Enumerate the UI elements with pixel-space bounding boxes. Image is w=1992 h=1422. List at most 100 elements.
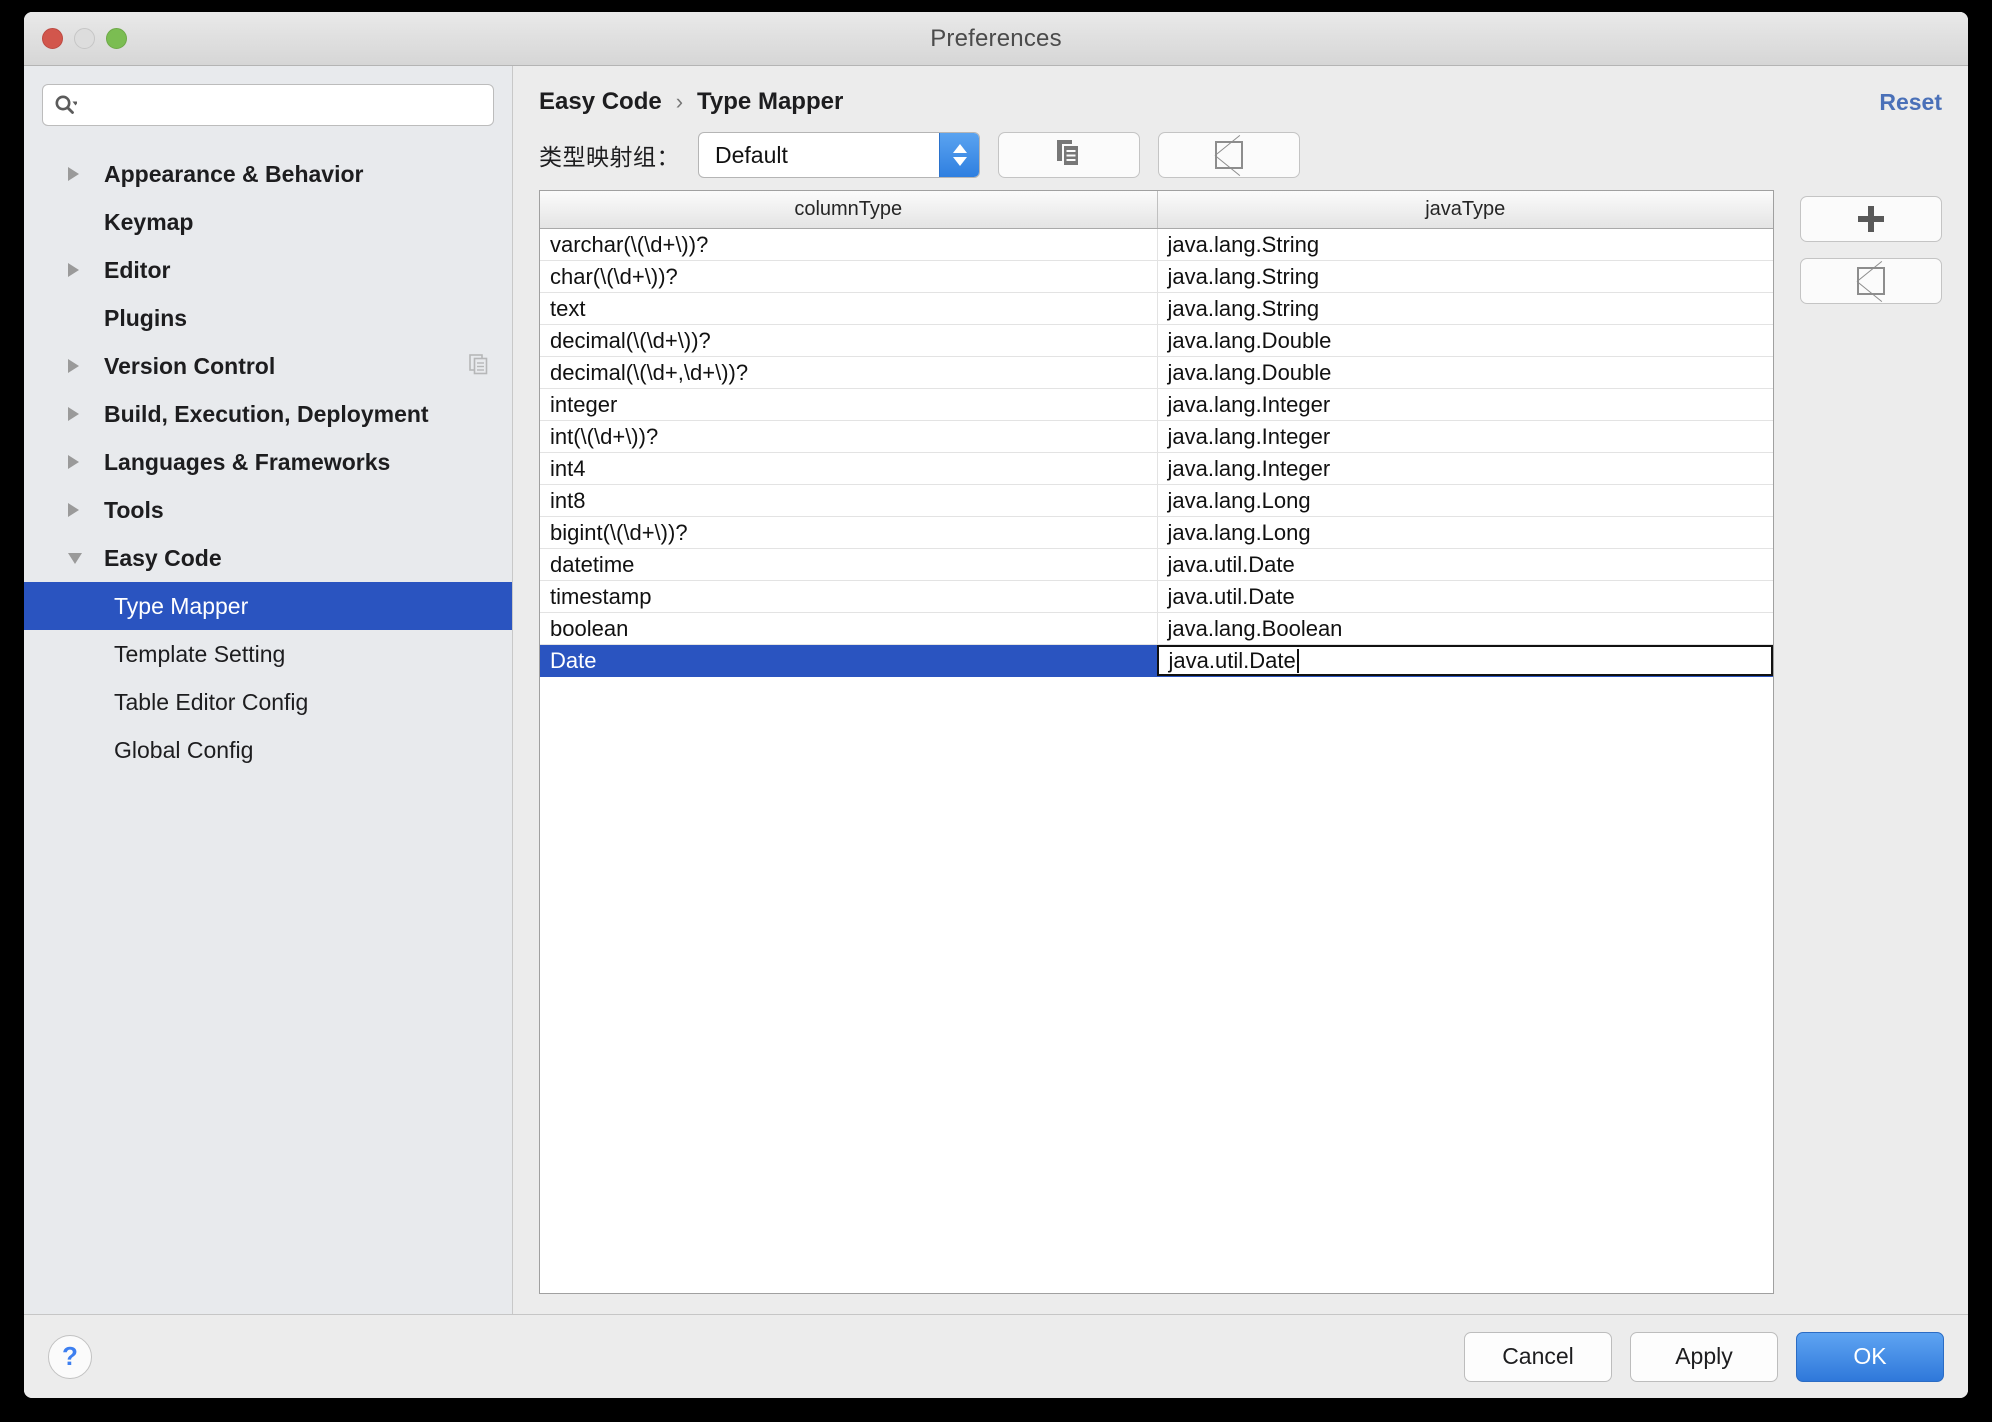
table-row[interactable]: decimal(\(\d+\))? java.lang.Double xyxy=(540,325,1773,357)
sidebar-item-editor[interactable]: Editor xyxy=(24,246,512,294)
cell-columntype[interactable]: int4 xyxy=(540,453,1157,484)
dialog-body: Appearance & Behavior Keymap Editor Plug… xyxy=(24,66,1968,1314)
cell-columntype[interactable]: int(\(\d+\))? xyxy=(540,421,1157,452)
sidebar-item-table-editor-config[interactable]: Table Editor Config xyxy=(24,678,512,726)
cell-javatype[interactable]: java.lang.Long xyxy=(1156,485,1774,516)
sidebar-item-version-control[interactable]: Version Control xyxy=(24,342,512,390)
sidebar-item-template-setting[interactable]: Template Setting xyxy=(24,630,512,678)
table-row[interactable]: integer java.lang.Integer xyxy=(540,389,1773,421)
cell-javatype[interactable]: java.lang.String xyxy=(1156,261,1774,292)
cell-javatype[interactable]: java.lang.Boolean xyxy=(1156,613,1774,644)
cell-javatype[interactable]: java.lang.Integer xyxy=(1156,421,1774,452)
remove-row-button[interactable] xyxy=(1800,258,1942,304)
table-row[interactable]: bigint(\(\d+\))? java.lang.Long xyxy=(540,517,1773,549)
table-row[interactable]: timestamp java.util.Date xyxy=(540,581,1773,613)
ok-button[interactable]: OK xyxy=(1796,1331,1944,1382)
settings-tree: Appearance & Behavior Keymap Editor Plug… xyxy=(24,150,512,1314)
apply-button[interactable]: Apply xyxy=(1630,1331,1778,1382)
chevron-right-icon[interactable] xyxy=(68,359,79,373)
cell-columntype[interactable]: char(\(\d+\))? xyxy=(540,261,1157,292)
stepper-icon[interactable] xyxy=(939,133,979,177)
cell-columntype[interactable]: int8 xyxy=(540,485,1157,516)
cell-javatype-editing[interactable]: java.util.Date xyxy=(1156,645,1773,676)
sidebar-item-easy-code[interactable]: Easy Code xyxy=(24,534,512,582)
cell-javatype[interactable]: java.util.Date xyxy=(1156,549,1774,580)
cell-edit-value: java.util.Date xyxy=(1168,647,1296,673)
cell-javatype[interactable]: java.lang.Integer xyxy=(1156,453,1774,484)
search-input[interactable] xyxy=(77,94,483,116)
cell-javatype[interactable]: java.lang.Long xyxy=(1156,517,1774,548)
sidebar-item-type-mapper[interactable]: Type Mapper xyxy=(24,582,512,630)
table-row[interactable]: boolean java.lang.Boolean xyxy=(540,613,1773,645)
cell-javatype[interactable]: java.lang.String xyxy=(1156,293,1774,324)
cell-javatype[interactable]: java.lang.String xyxy=(1156,229,1774,260)
cell-javatype[interactable]: java.lang.Integer xyxy=(1156,389,1774,420)
dialog-footer: ? Cancel Apply OK xyxy=(24,1314,1968,1398)
chevron-right-icon[interactable] xyxy=(68,407,79,421)
chevron-down-icon[interactable] xyxy=(68,552,82,564)
sidebar-item-keymap[interactable]: Keymap xyxy=(24,198,512,246)
table-row[interactable]: datetime java.util.Date xyxy=(540,549,1773,581)
table-row[interactable]: int(\(\d+\))? java.lang.Integer xyxy=(540,421,1773,453)
cell-columntype[interactable]: timestamp xyxy=(540,581,1157,612)
reset-link[interactable]: Reset xyxy=(1879,89,1942,116)
search-box[interactable] xyxy=(42,84,494,126)
table-row[interactable]: varchar(\(\d+\))? java.lang.String xyxy=(540,229,1773,261)
table-row[interactable]: text java.lang.String xyxy=(540,293,1773,325)
footer-button-group: Cancel Apply OK xyxy=(1464,1331,1944,1382)
cell-columntype[interactable]: decimal(\(\d+\))? xyxy=(540,325,1157,356)
cancel-button[interactable]: Cancel xyxy=(1464,1331,1612,1382)
sidebar-item-label: Type Mapper xyxy=(114,592,249,619)
sidebar-item-label: Editor xyxy=(104,256,171,283)
cell-columntype[interactable]: Date xyxy=(540,645,1157,676)
table-row-selected[interactable]: Date java.util.Date xyxy=(540,645,1773,677)
chevron-right-icon[interactable] xyxy=(68,167,79,181)
table-row[interactable]: char(\(\d+\))? java.lang.String xyxy=(540,261,1773,293)
sidebar-item-languages-frameworks[interactable]: Languages & Frameworks xyxy=(24,438,512,486)
column-header-javatype[interactable]: javaType xyxy=(1156,191,1774,228)
chevron-right-icon[interactable] xyxy=(68,455,79,469)
copy-icon xyxy=(1054,138,1084,173)
sidebar-item-label: Easy Code xyxy=(104,544,222,571)
column-header-columntype[interactable]: columnType xyxy=(540,191,1157,228)
help-button[interactable]: ? xyxy=(48,1334,92,1379)
cell-columntype[interactable]: integer xyxy=(540,389,1157,420)
cell-javatype[interactable]: java.lang.Double xyxy=(1156,325,1774,356)
search-container xyxy=(24,84,512,136)
add-row-button[interactable] xyxy=(1800,196,1942,242)
close-button[interactable] xyxy=(42,28,63,49)
mapper-group-label: 类型映射组： xyxy=(539,144,680,170)
copy-icon xyxy=(468,353,490,380)
copy-group-button[interactable] xyxy=(998,132,1140,178)
plus-icon xyxy=(1858,206,1884,232)
type-mapper-table-zone: columnType javaType varchar(\(\d+\))? ja… xyxy=(513,190,1968,1314)
table-row[interactable]: int4 java.lang.Integer xyxy=(540,453,1773,485)
cell-columntype[interactable]: decimal(\(\d+,\d+\))? xyxy=(540,357,1157,388)
mapper-group-select[interactable]: Default xyxy=(698,132,980,178)
table-row[interactable]: decimal(\(\d+,\d+\))? java.lang.Double xyxy=(540,357,1773,389)
cell-columntype[interactable]: bigint(\(\d+\))? xyxy=(540,517,1157,548)
sidebar-item-appearance-behavior[interactable]: Appearance & Behavior xyxy=(24,150,512,198)
sidebar-item-build-execution-deployment[interactable]: Build, Execution, Deployment xyxy=(24,390,512,438)
broken-image-icon xyxy=(1857,267,1885,295)
chevron-right-icon[interactable] xyxy=(68,503,79,517)
sidebar-item-tools[interactable]: Tools xyxy=(24,486,512,534)
sidebar-item-label: Tools xyxy=(104,496,164,523)
sidebar-item-label: Keymap xyxy=(104,208,194,235)
cell-columntype[interactable]: varchar(\(\d+\))? xyxy=(540,229,1157,260)
breadcrumb: Easy Code › Type Mapper Reset xyxy=(513,66,1968,122)
breadcrumb-root[interactable]: Easy Code xyxy=(539,88,662,116)
type-mapper-toolbar: 类型映射组： Default xyxy=(513,122,1968,190)
cell-columntype[interactable]: boolean xyxy=(540,613,1157,644)
cell-columntype[interactable]: datetime xyxy=(540,549,1157,580)
zoom-button[interactable] xyxy=(106,28,127,49)
sidebar-item-plugins[interactable]: Plugins xyxy=(24,294,512,342)
sidebar-item-global-config[interactable]: Global Config xyxy=(24,726,512,774)
table-row[interactable]: int8 java.lang.Long xyxy=(540,485,1773,517)
cell-javatype[interactable]: java.lang.Double xyxy=(1156,357,1774,388)
cell-javatype[interactable]: java.util.Date xyxy=(1156,581,1774,612)
chevron-right-icon[interactable] xyxy=(68,263,79,277)
minimize-button[interactable] xyxy=(74,28,95,49)
cell-columntype[interactable]: text xyxy=(540,293,1157,324)
delete-group-button[interactable] xyxy=(1158,132,1300,178)
